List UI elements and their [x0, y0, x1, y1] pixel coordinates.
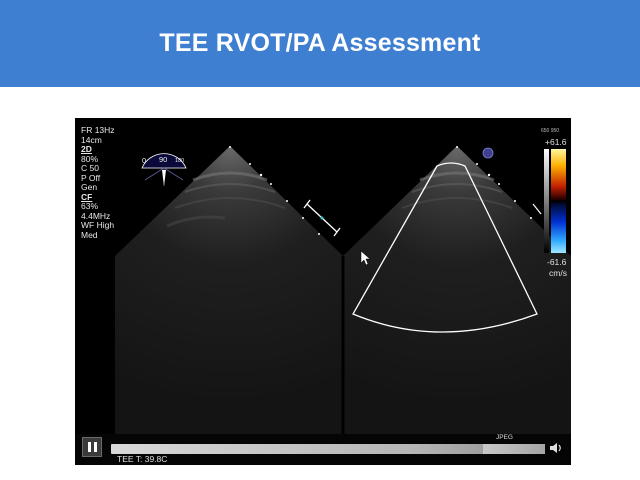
acquisition-params: FR 13Hz 14cm 2D 80% C 50 P Off Gen CF 63…	[81, 125, 115, 240]
color-scale-unit: cm/s	[549, 268, 567, 278]
playback-controls: JPEG TEE T: 39.8C	[75, 434, 571, 465]
pause-icon	[87, 442, 91, 452]
probe-marker-icon	[482, 147, 494, 159]
ultrasound-viewer[interactable]: FR 13Hz 14cm 2D 80% C 50 P Off Gen CF 63…	[75, 118, 571, 465]
format-label: JPEG	[496, 434, 513, 441]
med: Med	[81, 229, 98, 240]
volume-icon[interactable]	[548, 441, 564, 455]
right-sector	[343, 146, 571, 434]
slide-title: TEE RVOT/PA Assessment	[159, 29, 481, 57]
pause-button[interactable]	[82, 437, 102, 457]
color-velocity-bar	[551, 149, 566, 253]
color-scale-max: +61.6	[545, 137, 567, 147]
probe-angle-value: 90	[159, 155, 168, 164]
probe-angle-min: 0	[142, 156, 147, 165]
left-sector	[115, 146, 343, 434]
probe-angle-max: 180	[175, 158, 185, 164]
slide-header: TEE RVOT/PA Assessment	[0, 0, 640, 87]
color-scale-min: -61.6	[547, 257, 567, 267]
color-scale-mini: 650 950	[541, 128, 560, 134]
ultrasound-image	[115, 146, 571, 434]
grayscale-bar	[544, 149, 549, 253]
playback-progress-bar[interactable]	[111, 444, 545, 454]
tee-temperature: TEE T: 39.8C	[117, 454, 168, 464]
